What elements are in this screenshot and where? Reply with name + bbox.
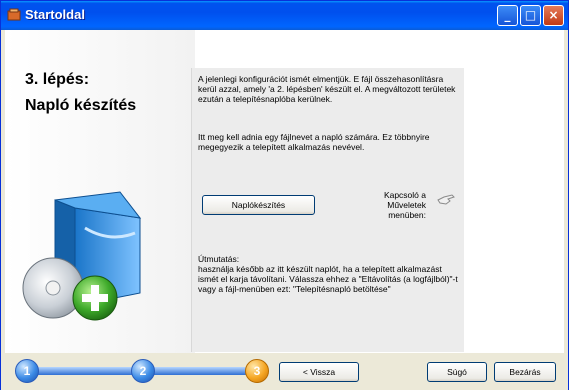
- left-panel: 3. lépés: Napló készítés: [5, 30, 195, 353]
- menu-shortcut-label: Kapcsoló a Műveletek menüben:: [383, 190, 426, 220]
- right-panel: A jelenlegi konfigurációt ismét elmentjü…: [191, 68, 464, 352]
- title-bar[interactable]: Startoldal _ □ ×: [1, 1, 568, 30]
- description-text: A jelenlegi konfigurációt ismét elmentjü…: [198, 74, 456, 104]
- step-indicator-1: 1: [15, 359, 39, 383]
- close-button[interactable]: Bezárás: [494, 362, 556, 382]
- wizard-window: Startoldal _ □ × 3. lépés: Napló készíté…: [0, 0, 569, 390]
- pointing-hand-icon: [437, 194, 455, 205]
- step-indicator-2: 2: [131, 359, 155, 383]
- window-title: Startoldal: [25, 7, 85, 22]
- footer-bar: 1 2 3 < Vissza Súgó Bezárás: [1, 353, 568, 390]
- instructions-heading: Útmutatás:: [198, 254, 240, 264]
- maximize-button[interactable]: □: [520, 5, 541, 26]
- help-button[interactable]: Súgó: [427, 362, 487, 382]
- create-log-button[interactable]: Naplókészítés: [202, 195, 315, 215]
- close-window-button[interactable]: ×: [543, 5, 564, 26]
- step-name: Napló készítés: [25, 97, 137, 114]
- step-indicator-3: 3: [245, 359, 269, 383]
- filename-hint-text: Itt meg kell adnia egy fájlnevet a napló…: [198, 132, 430, 152]
- content-area: 3. lépés: Napló készítés A jelenlegi kon…: [5, 30, 564, 353]
- app-icon: [7, 8, 21, 21]
- install-illustration: [22, 191, 142, 321]
- minimize-button[interactable]: _: [497, 5, 518, 26]
- instructions-text: használja később az itt készült naplót, …: [198, 264, 458, 294]
- step-title: 3. lépés:: [25, 71, 90, 88]
- back-button[interactable]: < Vissza: [279, 362, 359, 382]
